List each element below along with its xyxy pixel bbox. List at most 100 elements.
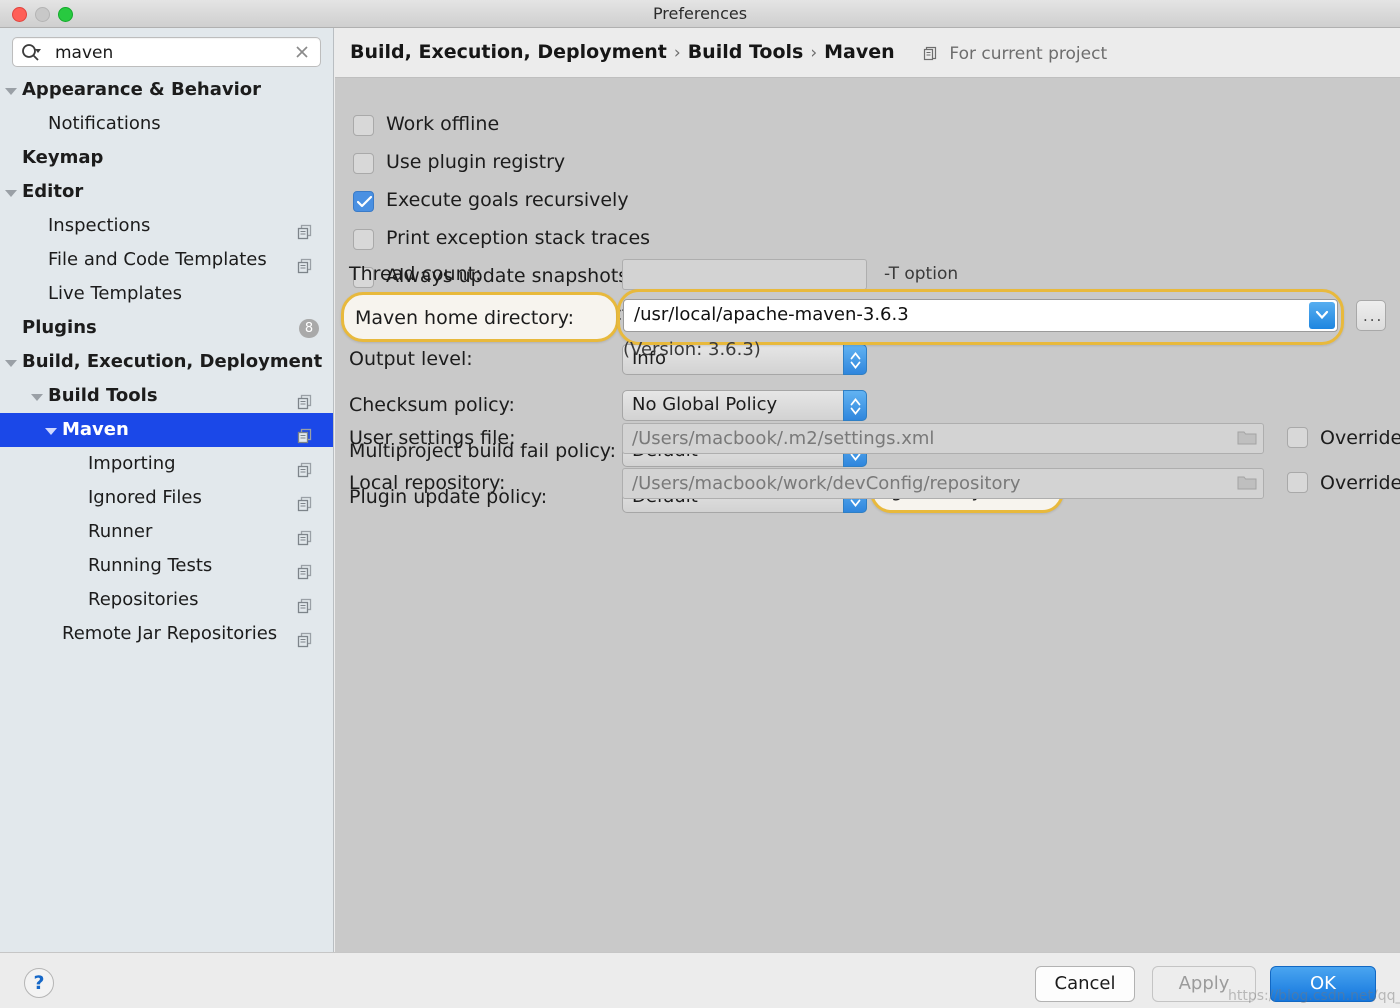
sidebar-item-repositories[interactable]: Repositories [0,583,333,617]
scope-label: For current project [949,44,1107,64]
sidebar-item-importing[interactable]: Importing [0,447,333,481]
breadcrumb-item[interactable]: Build Tools [688,41,804,63]
thread-count-label: Thread count: [349,263,481,285]
sidebar-item-label: Ignored Files [88,481,202,515]
copy-settings-icon[interactable] [297,218,313,234]
sidebar-item-inspections[interactable]: Inspections [0,209,333,243]
sidebar-item-live-templates[interactable]: Live Templates [0,277,333,311]
search-input[interactable] [53,38,286,68]
checkbox-use-plugin-registry[interactable] [353,153,374,174]
sidebar-item-label: Running Tests [88,549,212,583]
maven-home-label: Maven home directory: [355,307,574,329]
twisty-down-icon[interactable] [0,175,24,209]
sidebar-item-file-and-code-templates[interactable]: File and Code Templates [0,243,333,277]
sidebar-item-label: Build Tools [48,379,158,413]
ok-button[interactable]: OK [1270,966,1376,1002]
copy-settings-icon[interactable] [297,490,313,506]
override-label: Override [1320,427,1400,449]
folder-browse-icon[interactable] [1237,474,1257,495]
copy-settings-icon[interactable] [297,592,313,608]
cancel-button[interactable]: Cancel [1035,966,1135,1002]
apply-button[interactable]: Apply [1152,966,1256,1002]
help-button[interactable]: ? [24,968,54,998]
thread-count-hint: -T option [884,264,958,284]
copy-settings-icon[interactable] [297,524,313,540]
copy-settings-icon[interactable] [297,388,313,404]
override-checkbox[interactable] [1287,427,1308,448]
twisty-down-icon[interactable] [0,345,24,379]
sidebar-item-label: Editor [22,175,83,209]
path-value: /Users/macbook/work/devConfig/repository [632,473,1021,494]
checkbox-label: Execute goals recursively [386,189,629,211]
combo-label: Checksum policy: [349,394,515,416]
twisty-down-icon[interactable] [26,379,50,413]
breadcrumb-bar: Build, Execution, Deployment›Build Tools… [335,28,1400,78]
breadcrumb-separator: › [667,43,688,63]
thread-count-input[interactable] [622,259,867,290]
checkbox-execute-goals-recursively[interactable] [353,191,374,212]
path-input[interactable]: /Users/macbook/work/devConfig/repository [622,468,1264,499]
sidebar-item-label: Maven [62,413,129,447]
scope-indicator: For current project [923,44,1107,66]
sidebar-item-label: Notifications [48,107,161,141]
folder-browse-icon[interactable] [1237,429,1257,450]
maven-settings-pane: Work offlineUse plugin registryExecute g… [335,79,1400,952]
sidebar-item-label: Repositories [88,583,199,617]
sidebar-item-label: Keymap [22,141,103,175]
sidebar-item-label: Appearance & Behavior [22,73,261,107]
sidebar-item-running-tests[interactable]: Running Tests [0,549,333,583]
breadcrumb-item[interactable]: Build, Execution, Deployment [350,41,667,63]
sidebar-item-keymap[interactable]: Keymap [0,141,333,175]
sidebar-item-build-tools[interactable]: Build Tools [0,379,333,413]
sidebar-item-label: Build, Execution, Deployment [22,345,322,379]
path-label: Local repository: [349,472,505,494]
settings-tree: Appearance & BehaviorNotificationsKeymap… [0,73,333,651]
sidebar-item-ignored-files[interactable]: Ignored Files [0,481,333,515]
copy-settings-icon[interactable] [297,558,313,574]
maven-home-input[interactable]: /usr/local/apache-maven-3.6.3 [623,299,1338,332]
sidebar-item-runner[interactable]: Runner [0,515,333,549]
preferences-window: Preferences Appearance & BehaviorNotific… [0,0,1400,1008]
twisty-down-icon[interactable] [0,73,24,107]
override-label: Override [1320,472,1400,494]
sidebar-item-label: Remote Jar Repositories [62,617,277,651]
sidebar-item-editor[interactable]: Editor [0,175,333,209]
sidebar-item-remote-jar-repositories[interactable]: Remote Jar Repositories [0,617,333,651]
browse-maven-home-button[interactable]: ... [1356,300,1386,331]
maven-home-value: /usr/local/apache-maven-3.6.3 [634,304,909,325]
copy-settings-icon[interactable] [297,456,313,472]
combo-stepper-icon[interactable] [843,344,867,375]
sidebar-item-maven[interactable]: Maven [0,413,333,447]
sidebar-item-label: File and Code Templates [48,243,267,277]
settings-content: Build, Execution, Deployment›Build Tools… [335,28,1400,952]
combo-stepper-icon[interactable] [843,390,867,421]
clear-search-icon[interactable] [292,42,312,62]
path-label: User settings file: [349,427,516,449]
window-titlebar: Preferences [0,0,1400,28]
combo-value: No Global Policy [632,394,777,415]
chevron-down-icon[interactable] [1309,302,1335,329]
sidebar-item-notifications[interactable]: Notifications [0,107,333,141]
checkbox-print-exception-stack-traces[interactable] [353,229,374,250]
copy-settings-icon[interactable] [297,626,313,642]
settings-sidebar: Appearance & BehaviorNotificationsKeymap… [0,28,334,952]
breadcrumb-item[interactable]: Maven [824,41,895,63]
copy-settings-icon[interactable] [297,422,313,438]
checkbox-work-offline[interactable] [353,115,374,136]
breadcrumb-separator: › [803,43,824,63]
path-input[interactable]: /Users/macbook/.m2/settings.xml [622,423,1264,454]
search-box[interactable] [12,37,321,67]
checkbox-label: Print exception stack traces [386,227,650,249]
search-icon[interactable] [21,43,43,63]
sidebar-item-label: Importing [88,447,176,481]
sidebar-item-plugins[interactable]: Plugins8 [0,311,333,345]
sidebar-item-appearance-behavior[interactable]: Appearance & Behavior [0,73,333,107]
path-value: /Users/macbook/.m2/settings.xml [632,428,934,449]
sidebar-item-build-execution-deployment[interactable]: Build, Execution, Deployment [0,345,333,379]
override-checkbox[interactable] [1287,472,1308,493]
twisty-down-icon[interactable] [40,413,64,447]
copy-settings-icon[interactable] [297,252,313,268]
checkbox-label: Work offline [386,113,499,135]
combo-checksum-policy[interactable]: No Global Policy [622,390,867,421]
breadcrumb: Build, Execution, Deployment›Build Tools… [350,41,895,63]
